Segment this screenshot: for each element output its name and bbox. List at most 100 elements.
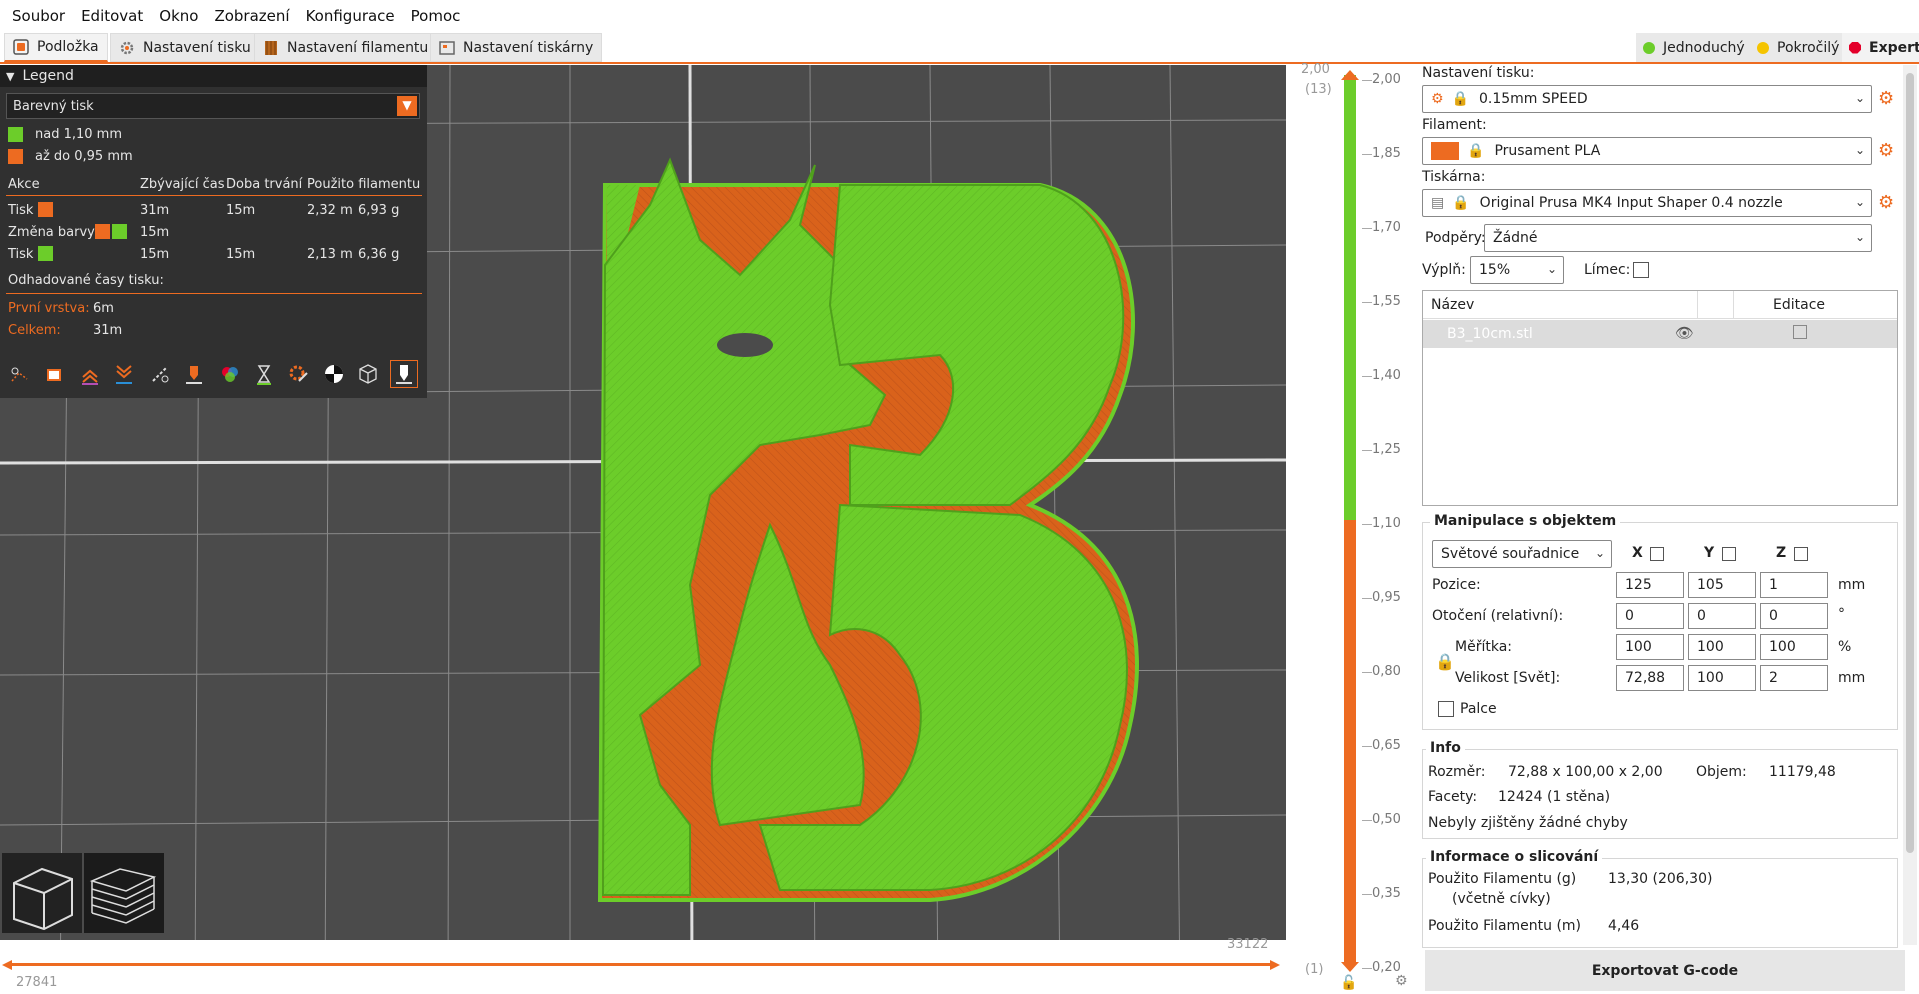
chevron-down-icon: ⌄ (1546, 262, 1557, 276)
edit-filament-gear-icon[interactable]: ⚙ (1878, 140, 1896, 161)
brim-checkbox[interactable] (1633, 262, 1649, 278)
size-z-input[interactable]: 2 (1760, 665, 1828, 691)
custom-gcode-icon[interactable] (284, 360, 312, 388)
object-row[interactable]: B3_10cm.stl 👁 (1423, 320, 1897, 348)
size-y-input[interactable]: 100 (1688, 665, 1756, 691)
tool-changes-icon[interactable] (180, 360, 208, 388)
wipe-icon[interactable] (40, 360, 68, 388)
col-name: Název (1431, 297, 1475, 313)
info-size-label: Rozměr: (1428, 764, 1486, 780)
info-size-value: 72,88 x 100,00 x 2,00 (1508, 764, 1663, 780)
tab-printer-settings[interactable]: Nastavení tiskárny (430, 33, 603, 62)
divider (1733, 291, 1734, 319)
menu-file[interactable]: Soubor (4, 0, 73, 32)
scale-x-input[interactable]: 100 (1616, 634, 1684, 660)
layers-view-button[interactable] (84, 853, 164, 933)
fil-g-value: 13,30 (206,30) (1608, 871, 1713, 887)
horizontal-moves-slider[interactable] (10, 963, 1275, 966)
sidebar-scrollbar[interactable] (1903, 65, 1917, 945)
mode-simple-button[interactable]: Jednoduchý (1636, 33, 1752, 62)
settings-badge-icon[interactable] (1793, 325, 1807, 339)
rotation-x-input[interactable]: 0 (1616, 603, 1684, 629)
export-gcode-label: Exportovat G-code (1591, 962, 1739, 979)
row-duration: 15m (226, 247, 256, 262)
rotation-y-input[interactable]: 0 (1688, 603, 1756, 629)
position-z-input[interactable]: 1 (1760, 572, 1828, 598)
infill-select[interactable]: 15% ⌄ (1470, 256, 1564, 284)
filament-label: Filament: (1422, 117, 1487, 133)
rotation-z-input[interactable]: 0 (1760, 603, 1828, 629)
size-x-input[interactable]: 72,88 (1616, 665, 1684, 691)
layer-tick-label: 1,10 (1372, 516, 1401, 531)
travel-icon[interactable] (6, 360, 34, 388)
edit-preset-gear-icon[interactable]: ⚙ (1878, 88, 1896, 109)
3d-viewport[interactable]: ▼ Legend Barevný tisk ▼ nad 1,10 mm až d… (0, 65, 1286, 991)
legend-header[interactable]: ▼ Legend (0, 65, 427, 87)
tab-filament-settings-label: Nastavení filamentu (287, 39, 429, 56)
menu-bar: Soubor Editovat Okno Zobrazení Konfigura… (0, 0, 1919, 32)
rotation-x-value: 0 (1625, 608, 1634, 624)
drop-to-bed-icon[interactable] (1650, 547, 1664, 561)
scale-unit: % (1838, 639, 1852, 655)
shells-icon[interactable] (354, 360, 382, 388)
layer-tick (1362, 894, 1372, 895)
filament-select[interactable]: 🔒 Prusament PLA ⌄ (1422, 137, 1872, 165)
info-errors: Nebyly zjištěny žádné chyby (1428, 815, 1628, 831)
row-weight: 6,93 g (358, 203, 400, 218)
mode-advanced-button[interactable]: Pokročilý (1750, 33, 1847, 62)
menu-window[interactable]: Okno (151, 0, 206, 32)
menu-configuration[interactable]: Konfigurace (298, 0, 403, 32)
object-list-header: Název Editace (1423, 291, 1897, 319)
position-y-input[interactable]: 105 (1688, 572, 1756, 598)
inches-checkbox[interactable] (1438, 701, 1454, 717)
layer-tick (1362, 376, 1372, 377)
seams-icon[interactable] (146, 360, 174, 388)
rotation-y-value: 0 (1697, 608, 1706, 624)
export-gcode-button[interactable]: Exportovat G-code (1425, 950, 1905, 991)
legend-item-label: až do 0,95 mm (35, 149, 133, 164)
layer-range-upper[interactable] (1344, 75, 1356, 520)
printer-select[interactable]: ▤ 🔒 Original Prusa MK4 Input Shaper 0.4 … (1422, 189, 1872, 217)
layer-tick-label: 0,50 (1372, 812, 1401, 827)
retractions-icon[interactable] (76, 360, 104, 388)
pauses-icon[interactable] (250, 360, 278, 388)
layer-tick-label: 1,40 (1372, 368, 1401, 383)
color-changes-icon[interactable] (216, 360, 244, 388)
tab-plater-label: Podložka (37, 39, 99, 55)
tool-marker-icon[interactable] (390, 360, 418, 388)
print-settings-select[interactable]: ⚙ 🔒 0.15mm SPEED ⌄ (1422, 85, 1872, 113)
eye-icon[interactable]: 👁 (1675, 324, 1694, 342)
tab-filament-settings[interactable]: Nastavení filamentu (254, 33, 438, 62)
size-y-value: 100 (1697, 670, 1724, 686)
layer-tick (1362, 80, 1372, 81)
edit-printer-gear-icon[interactable]: ⚙ (1878, 192, 1896, 213)
3d-view-button[interactable] (2, 853, 82, 933)
menu-help[interactable]: Pomoc (403, 0, 469, 32)
layer-range-lower[interactable] (1344, 520, 1356, 965)
menu-view[interactable]: Zobrazení (206, 0, 297, 32)
position-x-input[interactable]: 125 (1616, 572, 1684, 598)
supports-select[interactable]: Žádné ⌄ (1484, 224, 1872, 252)
view-type-select[interactable]: Barevný tisk ▼ (6, 93, 420, 119)
layer-tick-label: 0,80 (1372, 664, 1401, 679)
coordinates-select[interactable]: Světové souřadnice ⌄ (1432, 540, 1612, 568)
center-of-gravity-icon[interactable] (320, 360, 348, 388)
lock-icon[interactable]: 🔓 (1340, 975, 1357, 991)
legend-item: až do 0,95 mm (8, 149, 133, 164)
layer-top-value: 2,00 (1301, 62, 1330, 77)
menu-edit[interactable]: Editovat (73, 0, 151, 32)
scrollbar-thumb[interactable] (1906, 73, 1914, 853)
deretractions-icon[interactable] (110, 360, 138, 388)
col-edit: Editace (1773, 297, 1826, 313)
cog-icon[interactable]: ⚙ (1395, 973, 1408, 989)
scale-z-input[interactable]: 100 (1760, 634, 1828, 660)
mode-expert-button[interactable]: Expert (1842, 33, 1919, 62)
tab-plater[interactable]: Podložka (4, 33, 108, 62)
green-swatch (8, 127, 23, 142)
scale-y-input[interactable]: 100 (1688, 634, 1756, 660)
drop-to-bed-icon[interactable] (1722, 547, 1736, 561)
layer-bottom-number: (1) (1305, 962, 1324, 977)
lock-icon[interactable]: 🔒 (1435, 652, 1455, 671)
drop-to-bed-icon[interactable] (1794, 547, 1808, 561)
tab-print-settings[interactable]: Nastavení tisku (110, 33, 260, 62)
